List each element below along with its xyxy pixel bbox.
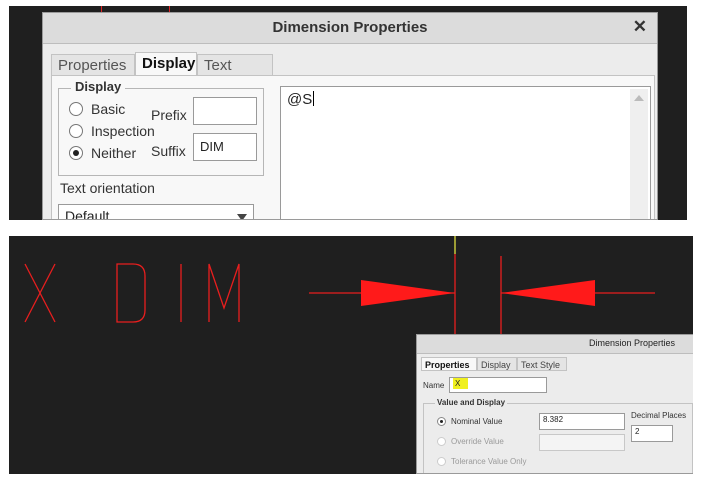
radio-basic-label: Basic bbox=[91, 101, 126, 117]
text-orientation-label: Text orientation bbox=[60, 180, 155, 196]
text-area-value: @S bbox=[287, 91, 313, 108]
tab-display-small[interactable]: Display bbox=[477, 357, 517, 371]
radio-tolerance[interactable] bbox=[437, 457, 446, 466]
dialog-title: Dimension Properties bbox=[272, 19, 428, 36]
radio-override[interactable] bbox=[437, 437, 446, 446]
dialog-title-bar: Dimension Properties ✕ bbox=[43, 13, 657, 44]
text-area-content: @S bbox=[287, 91, 315, 108]
nominal-value-input[interactable]: 8.382 bbox=[539, 413, 625, 430]
suffix-label: Suffix bbox=[151, 143, 186, 159]
chevron-down-icon bbox=[237, 214, 247, 219]
tab-text-style-small[interactable]: Text Style bbox=[517, 357, 567, 371]
radio-basic-button[interactable] bbox=[69, 102, 83, 116]
radio-neither-button[interactable] bbox=[69, 146, 83, 160]
radio-inspection-label: Inspection bbox=[91, 123, 155, 139]
letter-d-stroke bbox=[116, 263, 146, 323]
name-label: Name bbox=[423, 381, 445, 390]
name-value-highlight: X bbox=[453, 378, 469, 389]
override-value-input[interactable] bbox=[539, 434, 625, 451]
display-tab-panel: Display Basic Inspection Neither Prefix … bbox=[51, 75, 655, 220]
radio-nominal[interactable] bbox=[437, 417, 446, 426]
dimension-properties-dialog-small: Dimension Properties Properties Display … bbox=[416, 334, 693, 474]
bottom-screenshot-panel: Dimension Properties Properties Display … bbox=[9, 236, 693, 474]
radio-basic[interactable]: Basic bbox=[69, 99, 125, 119]
decimal-places-input[interactable]: 2 bbox=[631, 425, 673, 442]
arrowhead-right bbox=[501, 280, 595, 306]
suffix-input[interactable]: DIM bbox=[193, 133, 257, 161]
close-icon[interactable]: ✕ bbox=[633, 17, 647, 37]
dimension-text-graphic bbox=[24, 263, 240, 323]
radio-neither[interactable]: Neither bbox=[69, 143, 136, 163]
tab-display[interactable]: Display bbox=[135, 52, 197, 76]
dialog-title-small: Dimension Properties bbox=[588, 338, 675, 348]
tolerance-label: Tolerance Value Only bbox=[451, 457, 527, 466]
tab-properties-small[interactable]: Properties bbox=[421, 357, 477, 371]
arrowhead-left bbox=[361, 280, 455, 306]
override-label: Override Value bbox=[451, 437, 504, 446]
radio-neither-label: Neither bbox=[91, 145, 137, 161]
letter-m-stroke bbox=[208, 263, 240, 322]
dimension-text-area[interactable]: @S bbox=[280, 86, 651, 219]
tab-properties[interactable]: Properties bbox=[51, 54, 135, 76]
text-orientation-dropdown[interactable]: Default bbox=[58, 204, 254, 220]
decimal-places-label: Decimal Places bbox=[631, 411, 687, 420]
text-caret bbox=[313, 91, 315, 106]
display-groupbox: Display Basic Inspection Neither Prefix … bbox=[58, 79, 264, 176]
display-group-title: Display bbox=[71, 79, 126, 94]
prefix-label: Prefix bbox=[151, 107, 187, 123]
tab-text-style[interactable]: Text Style bbox=[197, 54, 273, 96]
scroll-up-icon[interactable] bbox=[634, 95, 644, 101]
text-orientation-value: Default bbox=[65, 208, 110, 220]
top-screenshot-panel: Dimension Properties ✕ Properties Displa… bbox=[9, 6, 687, 220]
dimension-properties-dialog: Dimension Properties ✕ Properties Displa… bbox=[42, 12, 658, 220]
name-input[interactable]: X bbox=[449, 377, 547, 393]
dialog-title-bar-small: Dimension Properties bbox=[417, 335, 693, 354]
prefix-input[interactable] bbox=[193, 97, 257, 125]
vertical-scrollbar[interactable] bbox=[630, 89, 648, 219]
nominal-label: Nominal Value bbox=[451, 417, 503, 426]
value-display-title: Value and Display bbox=[435, 398, 508, 407]
radio-inspection[interactable]: Inspection bbox=[69, 121, 155, 141]
radio-inspection-button[interactable] bbox=[69, 124, 83, 138]
